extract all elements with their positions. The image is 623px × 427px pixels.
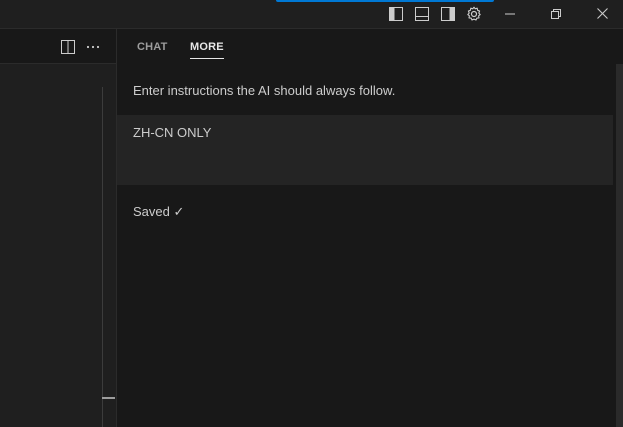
save-status-text: Saved ✓ xyxy=(133,204,185,219)
panel-scrollbar[interactable] xyxy=(616,64,623,427)
toggle-panel-icon[interactable] xyxy=(414,6,430,22)
custom-instructions-textarea[interactable]: ZH-CN ONLY xyxy=(117,115,613,185)
editor-toolbar xyxy=(0,29,116,64)
minimize-button[interactable] xyxy=(487,0,533,29)
tab-more[interactable]: MORE xyxy=(190,41,224,59)
split-editor-icon[interactable] xyxy=(60,39,76,55)
custom-instructions-value: ZH-CN ONLY xyxy=(133,125,212,140)
restore-icon xyxy=(551,6,561,24)
title-bar xyxy=(0,0,623,29)
instructions-label: Enter instructions the AI should always … xyxy=(133,83,396,98)
editor-scroll-marker xyxy=(102,397,115,399)
minimize-icon xyxy=(505,6,515,24)
more-actions-icon[interactable] xyxy=(85,39,101,55)
command-center-accent[interactable] xyxy=(276,0,494,2)
panel-tab-bar: CHAT MORE xyxy=(117,29,623,64)
toggle-secondary-sidebar-icon[interactable] xyxy=(440,6,456,22)
assistant-panel: CHAT MORE Enter instructions the AI shou… xyxy=(116,29,623,427)
close-button[interactable] xyxy=(579,0,623,29)
restore-button[interactable] xyxy=(533,0,579,29)
editor-area xyxy=(0,29,116,427)
editor-ruler-line xyxy=(102,87,103,427)
editor-body[interactable] xyxy=(0,64,116,427)
tab-chat[interactable]: CHAT xyxy=(137,41,168,58)
close-icon xyxy=(596,6,608,24)
settings-gear-icon[interactable] xyxy=(466,6,482,22)
toggle-primary-sidebar-icon[interactable] xyxy=(388,6,404,22)
